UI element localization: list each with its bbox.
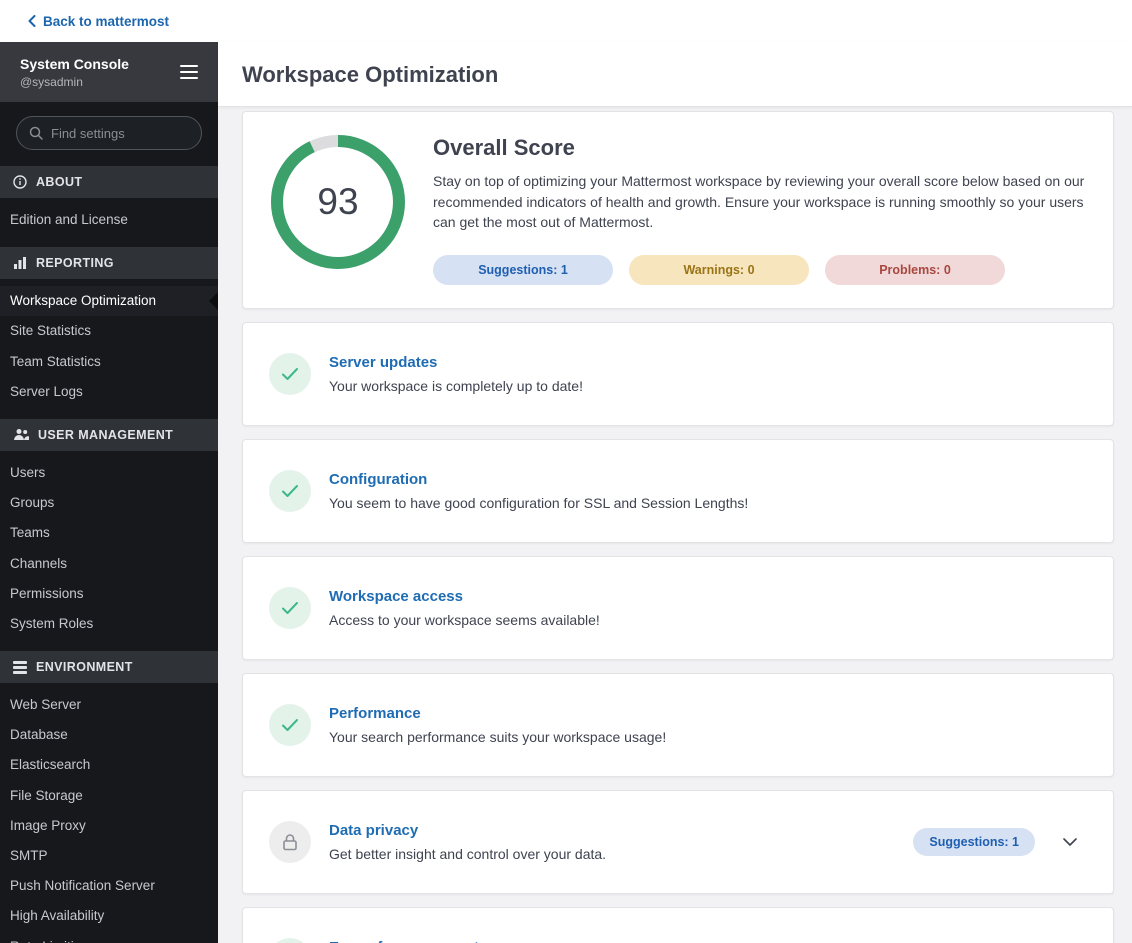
sidebar-item-file-storage[interactable]: File Storage — [0, 781, 218, 811]
suggestions-badge: Suggestions: 1 — [433, 254, 613, 285]
card-title-configuration[interactable]: Configuration — [329, 471, 427, 488]
card-title-workspace-access[interactable]: Workspace access — [329, 588, 463, 605]
section-header-about: ABOUT — [0, 166, 218, 198]
sidebar-item-team-statistics[interactable]: Team Statistics — [0, 347, 218, 377]
sidebar-item-web-server[interactable]: Web Server — [0, 690, 218, 720]
sidebar: System Console @sysadmin ABOUT Edition — [0, 42, 218, 943]
score-donut-chart: 93 — [269, 133, 407, 271]
sidebar-item-users[interactable]: Users — [0, 458, 218, 488]
check-icon — [269, 937, 311, 943]
card-title-ease-of-management[interactable]: Ease of management — [329, 939, 479, 943]
check-icon — [269, 352, 311, 395]
sidebar-item-server-logs[interactable]: Server Logs — [0, 377, 218, 407]
section-header-user-management: USER MANAGEMENT — [0, 418, 218, 451]
sidebar-item-push-notification-server[interactable]: Push Notification Server — [0, 871, 218, 901]
card-title-performance[interactable]: Performance — [329, 705, 421, 722]
overall-score-card: 93 Overall Score Stay on top of optimizi… — [242, 111, 1114, 309]
sidebar-item-elasticsearch[interactable]: Elasticsearch — [0, 750, 218, 780]
sidebar-item-database[interactable]: Database — [0, 720, 218, 750]
info-icon — [13, 175, 27, 189]
hamburger-menu-icon[interactable] — [176, 61, 202, 83]
section-header-environment: ENVIRONMENT — [0, 651, 218, 684]
warnings-badge: Warnings: 0 — [629, 254, 809, 285]
sidebar-item-site-statistics[interactable]: Site Statistics — [0, 316, 218, 346]
check-icon — [269, 469, 311, 512]
console-title: System Console — [20, 55, 129, 72]
card-data-privacy: Data privacy Get better insight and cont… — [242, 789, 1114, 894]
page-header: Workspace Optimization — [218, 42, 1132, 107]
page-title: Workspace Optimization — [242, 62, 499, 87]
search-icon — [29, 126, 43, 140]
back-link-label: Back to mattermost — [43, 13, 170, 29]
card-title-server-updates[interactable]: Server updates — [329, 354, 437, 371]
card-ease-of-management: Ease of management Your user authenticat… — [242, 906, 1114, 943]
section-header-reporting: REPORTING — [0, 247, 218, 280]
back-link[interactable]: Back to mattermost — [28, 14, 169, 29]
server-icon — [13, 660, 27, 674]
card-workspace-access: Workspace access Access to your workspac… — [242, 555, 1114, 660]
sidebar-item-channels[interactable]: Channels — [0, 549, 218, 579]
sidebar-item-edition-and-license[interactable]: Edition and License — [0, 205, 218, 235]
problems-badge: Problems: 0 — [825, 254, 1005, 285]
card-title-data-privacy[interactable]: Data privacy — [329, 822, 418, 839]
overall-score-title: Overall Score — [433, 135, 575, 160]
main-content: Workspace Optimization 93 Overall Score … — [218, 42, 1132, 943]
sidebar-item-high-availability[interactable]: High Availability — [0, 901, 218, 931]
console-username: @sysadmin — [20, 74, 83, 89]
search-box[interactable] — [16, 116, 202, 150]
card-description: You seem to have good configuration for … — [329, 494, 749, 511]
content-scroll-area[interactable]: 93 Overall Score Stay on top of optimizi… — [218, 107, 1132, 943]
sidebar-search — [0, 102, 218, 166]
bar-chart-icon — [13, 256, 27, 270]
sidebar-header: System Console @sysadmin — [0, 42, 218, 102]
chevron-left-icon — [28, 15, 36, 27]
search-input[interactable] — [51, 125, 189, 141]
users-icon — [13, 428, 29, 441]
card-configuration: Configuration You seem to have good conf… — [242, 438, 1114, 543]
sidebar-item-image-proxy[interactable]: Image Proxy — [0, 811, 218, 841]
sidebar-item-teams[interactable]: Teams — [0, 518, 218, 548]
lock-icon — [269, 820, 311, 863]
check-icon — [269, 703, 311, 746]
sidebar-item-workspace-optimization[interactable]: Workspace Optimization — [0, 286, 218, 317]
score-value: 93 — [317, 181, 359, 222]
card-description: Your workspace is completely up to date! — [329, 377, 583, 394]
check-icon — [269, 586, 311, 629]
card-description: Get better insight and control over your… — [329, 845, 607, 862]
sidebar-item-smtp[interactable]: SMTP — [0, 841, 218, 871]
card-performance: Performance Your search performance suit… — [242, 672, 1114, 777]
chevron-down-icon[interactable] — [1059, 834, 1081, 850]
card-suggestions-badge: Suggestions: 1 — [913, 827, 1035, 856]
sidebar-item-permissions[interactable]: Permissions — [0, 579, 218, 609]
sidebar-item-system-roles[interactable]: System Roles — [0, 609, 218, 639]
card-description: Your search performance suits your works… — [329, 728, 667, 745]
card-description: Access to your workspace seems available… — [329, 611, 600, 628]
overall-score-description: Stay on top of optimizing your Mattermos… — [433, 173, 1085, 231]
topbar: Back to mattermost — [0, 0, 1132, 42]
sidebar-item-groups[interactable]: Groups — [0, 488, 218, 518]
card-server-updates: Server updates Your workspace is complet… — [242, 321, 1114, 426]
sidebar-item-rate-limiting[interactable]: Rate Limiting — [0, 932, 218, 943]
